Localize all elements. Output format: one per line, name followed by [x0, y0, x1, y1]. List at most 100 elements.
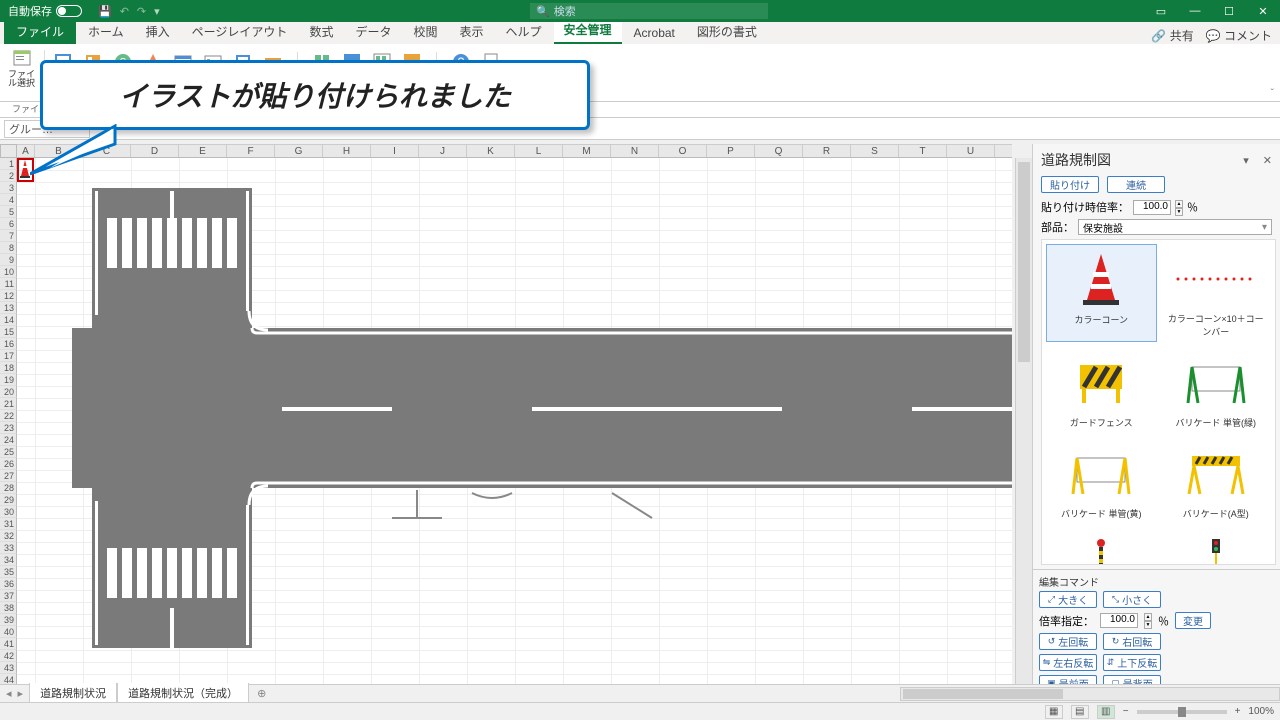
- comments-button[interactable]: 💬 コメント: [1206, 27, 1272, 44]
- paste-scale-spinner[interactable]: ▲▼: [1175, 200, 1183, 215]
- search-box[interactable]: 🔍 検索: [530, 3, 768, 19]
- tab-review[interactable]: 校閲: [403, 19, 447, 44]
- autosave-toggle[interactable]: 自動保存: [8, 3, 82, 19]
- undo-icon[interactable]: ↶: [120, 5, 129, 18]
- row-header[interactable]: 30: [0, 506, 17, 518]
- gallery-item-barricade-green[interactable]: バリケード 単管(緑): [1161, 348, 1272, 433]
- flip-vertical-button[interactable]: ⇵上下反転: [1103, 654, 1161, 671]
- horizontal-scrollbar[interactable]: [900, 687, 1280, 701]
- col-header[interactable]: H: [323, 145, 371, 157]
- redo-icon[interactable]: ↷: [137, 5, 146, 18]
- parts-combo[interactable]: 保安施設 ▾: [1078, 219, 1272, 235]
- page-layout-view-button[interactable]: ▤: [1071, 705, 1089, 719]
- col-header[interactable]: L: [515, 145, 563, 157]
- row-header[interactable]: 8: [0, 242, 17, 254]
- qat-dropdown-icon[interactable]: ▾: [154, 5, 160, 18]
- row-header[interactable]: 24: [0, 434, 17, 446]
- normal-view-button[interactable]: ▦: [1045, 705, 1063, 719]
- row-header[interactable]: 42: [0, 650, 17, 662]
- row-header[interactable]: 13: [0, 302, 17, 314]
- minimize-icon[interactable]: —: [1178, 0, 1212, 22]
- row-header[interactable]: 29: [0, 494, 17, 506]
- tab-page-layout[interactable]: ページレイアウト: [182, 19, 298, 44]
- col-header[interactable]: P: [707, 145, 755, 157]
- tab-shape-format[interactable]: 図形の書式: [687, 19, 767, 44]
- col-header[interactable]: K: [467, 145, 515, 157]
- rotate-right-button[interactable]: ↻右回転: [1103, 633, 1161, 650]
- row-header[interactable]: 10: [0, 266, 17, 278]
- row-header[interactable]: 40: [0, 626, 17, 638]
- ribbon-display-icon[interactable]: ▭: [1144, 0, 1178, 22]
- gallery-item-guard-fence[interactable]: ガードフェンス: [1046, 348, 1157, 433]
- row-header[interactable]: 31: [0, 518, 17, 530]
- maximize-icon[interactable]: ☐: [1212, 0, 1246, 22]
- gallery-item-barricade-a[interactable]: バリケード(A型): [1161, 439, 1272, 524]
- row-header[interactable]: 16: [0, 338, 17, 350]
- row-header[interactable]: 39: [0, 614, 17, 626]
- task-pane-close-icon[interactable]: ✕: [1263, 154, 1272, 167]
- task-pane-options-icon[interactable]: ▾: [1243, 154, 1249, 167]
- row-header[interactable]: 27: [0, 470, 17, 482]
- larger-button[interactable]: ⤢大きく: [1039, 591, 1097, 608]
- row-header[interactable]: 25: [0, 446, 17, 458]
- row-header[interactable]: 15: [0, 326, 17, 338]
- tab-insert[interactable]: 挿入: [136, 19, 180, 44]
- flip-horizontal-button[interactable]: ⇋左右反転: [1039, 654, 1097, 671]
- tab-file[interactable]: ファイル: [4, 19, 76, 44]
- row-header[interactable]: 11: [0, 278, 17, 290]
- change-button[interactable]: 変更: [1175, 612, 1211, 629]
- col-header[interactable]: Q: [755, 145, 803, 157]
- row-header[interactable]: 43: [0, 662, 17, 674]
- row-header[interactable]: 34: [0, 554, 17, 566]
- zoom-out-button[interactable]: −: [1123, 706, 1129, 717]
- paste-scale-input[interactable]: 100.0: [1133, 200, 1171, 215]
- continuous-button[interactable]: 連続: [1107, 176, 1165, 193]
- col-header[interactable]: J: [419, 145, 467, 157]
- share-button[interactable]: 🔗 共有: [1151, 27, 1193, 44]
- ribbon-collapse-icon[interactable]: ˇ: [1271, 88, 1274, 99]
- file-select-button[interactable]: ファイル選択: [8, 48, 36, 88]
- sheet-nav-next-icon[interactable]: ▸: [18, 687, 24, 700]
- col-header[interactable]: D: [131, 145, 179, 157]
- row-header[interactable]: 5: [0, 206, 17, 218]
- zoom-value[interactable]: 100%: [1248, 706, 1274, 717]
- col-header[interactable]: U: [947, 145, 995, 157]
- col-header[interactable]: R: [803, 145, 851, 157]
- select-all-corner[interactable]: [0, 144, 17, 158]
- sheet-nav-prev-icon[interactable]: ◂: [6, 687, 12, 700]
- row-header[interactable]: 35: [0, 566, 17, 578]
- row-header[interactable]: 32: [0, 530, 17, 542]
- col-header[interactable]: F: [227, 145, 275, 157]
- smaller-button[interactable]: ⤡小さく: [1103, 591, 1161, 608]
- tab-view[interactable]: 表示: [449, 19, 493, 44]
- row-header[interactable]: 1: [0, 158, 17, 170]
- row-header[interactable]: 19: [0, 374, 17, 386]
- zoom-slider[interactable]: [1137, 710, 1227, 714]
- zoom-in-button[interactable]: +: [1235, 706, 1241, 717]
- col-header[interactable]: I: [371, 145, 419, 157]
- row-header[interactable]: 37: [0, 590, 17, 602]
- vertical-scrollbar[interactable]: [1015, 158, 1032, 688]
- gallery-item-safety-light[interactable]: 保安灯: [1046, 530, 1157, 565]
- row-header[interactable]: 4: [0, 194, 17, 206]
- row-header[interactable]: 22: [0, 410, 17, 422]
- row-header[interactable]: 9: [0, 254, 17, 266]
- row-header[interactable]: 38: [0, 602, 17, 614]
- scale-input[interactable]: 100.0: [1100, 613, 1138, 628]
- row-header[interactable]: 23: [0, 422, 17, 434]
- row-header[interactable]: 2: [0, 170, 17, 182]
- gallery-item-cone[interactable]: カラーコーン: [1046, 244, 1157, 342]
- col-header[interactable]: E: [179, 145, 227, 157]
- row-header[interactable]: 6: [0, 218, 17, 230]
- col-header[interactable]: S: [851, 145, 899, 157]
- row-header[interactable]: 41: [0, 638, 17, 650]
- row-header[interactable]: 14: [0, 314, 17, 326]
- row-header[interactable]: 17: [0, 350, 17, 362]
- rotate-left-button[interactable]: ↺左回転: [1039, 633, 1097, 650]
- sheet-tab-second[interactable]: 道路規制状況（完成）: [117, 683, 249, 704]
- tab-home[interactable]: ホーム: [78, 19, 134, 44]
- close-icon[interactable]: ✕: [1246, 0, 1280, 22]
- paste-button[interactable]: 貼り付け: [1041, 176, 1099, 193]
- row-header[interactable]: 26: [0, 458, 17, 470]
- tab-help[interactable]: ヘルプ: [496, 19, 552, 44]
